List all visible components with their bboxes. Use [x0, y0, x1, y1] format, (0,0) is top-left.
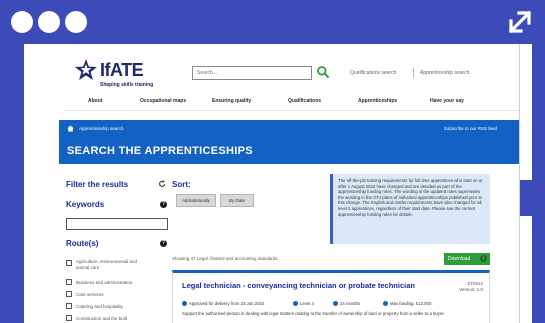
nav-about[interactable]: About [88, 98, 102, 104]
sort-label: Sort: [172, 180, 191, 189]
download-button[interactable]: Download ↓ [444, 253, 490, 265]
route-checkbox[interactable] [66, 279, 72, 285]
check-icon [182, 301, 187, 306]
home-icon[interactable] [67, 125, 74, 132]
result-card-title[interactable]: Legal technician - conveyancing technici… [182, 281, 415, 290]
frame-right-border [532, 44, 545, 323]
scrollbar-thumb[interactable] [520, 180, 532, 216]
star-icon [75, 59, 97, 80]
funding-notice: The off-the-job training requirements fo… [330, 174, 490, 244]
keywords-input[interactable] [66, 218, 168, 230]
level: Level 4 [293, 301, 314, 306]
window-dot-3[interactable] [65, 11, 87, 33]
route-checkbox[interactable] [66, 291, 72, 297]
nav-apprenticeships[interactable]: Apprenticeships [358, 98, 397, 104]
filter-results-heading: Filter the results [66, 180, 129, 189]
apprenticeship-search-link[interactable]: Apprenticeship search [420, 70, 469, 76]
level-icon [293, 301, 298, 306]
browser-frame: IfATE Shaping skills training Search... … [0, 0, 545, 323]
page-banner: Apprenticeship search Subscribe to our R… [59, 120, 519, 164]
logo-text: IfATE [100, 60, 144, 80]
route-checkbox-label: Agriculture, environmental and animal ca… [76, 259, 138, 270]
site-search-input[interactable]: Search... [192, 66, 312, 80]
download-icon: ↓ [480, 255, 487, 262]
duration: 24 months [333, 301, 360, 306]
sort-alphabetically-button[interactable]: Alphabetically [176, 194, 216, 207]
nav-divider [64, 110, 519, 111]
frame-left-border [0, 44, 24, 323]
expand-icon[interactable] [507, 9, 533, 35]
nav-have-your-say[interactable]: Have your say [430, 98, 464, 104]
page-title: SEARCH THE APPRENTICESHIPS [67, 145, 253, 157]
window-dot-2[interactable] [38, 11, 60, 33]
breadcrumb[interactable]: Apprenticeship search [79, 126, 124, 131]
result-card[interactable]: Legal technician - conveyancing technici… [172, 270, 490, 323]
clock-icon [333, 301, 338, 306]
download-label: Download [448, 256, 471, 262]
routes-label: Route(s) [66, 239, 99, 248]
sort-by-date-button[interactable]: By Date [220, 194, 254, 207]
nav-qualifications[interactable]: Qualifications [288, 98, 321, 104]
search-icon[interactable] [316, 65, 330, 79]
route-checkbox-label: Construction and the built [76, 316, 128, 321]
info-icon[interactable]: ? [160, 201, 167, 208]
approval-status: Approved for delivery from 23 Jan 2024 [182, 301, 264, 306]
funding-icon [383, 301, 388, 306]
nav-occupational-maps[interactable]: Occupational maps [140, 98, 186, 104]
result-card-description: Support the authorised person in dealing… [182, 311, 445, 316]
route-checkbox[interactable] [66, 260, 72, 266]
result-card-reference: ST0612 Version: 1.0 [459, 281, 483, 293]
rss-feed-link[interactable]: Subscribe to our RSS feed [444, 126, 497, 131]
results-count: Showing 47 Legal, finance and accounting… [172, 256, 278, 261]
top-link-divider [413, 68, 414, 78]
route-checkbox[interactable] [66, 303, 72, 309]
nav-ensuring-quality[interactable]: Ensuring quality [212, 98, 251, 104]
route-checkbox-label: Care services [76, 292, 104, 297]
max-funding: Max funding: £12,000 [383, 301, 431, 306]
route-checkbox-label: Catering and hospitality [76, 304, 124, 309]
route-checkbox-label: Business and administration [76, 280, 133, 285]
route-checkbox[interactable] [66, 315, 72, 321]
window-dot-1[interactable] [11, 11, 33, 33]
qualifications-search-link[interactable]: Qualifications search [350, 70, 396, 76]
info-icon[interactable]: ? [160, 240, 167, 247]
web-page: IfATE Shaping skills training Search... … [24, 44, 519, 323]
keywords-label: Keywords [66, 200, 105, 209]
standard-version: Version: 1.0 [459, 287, 483, 292]
refresh-icon[interactable] [158, 180, 166, 188]
funding-notice-text: The off-the-job training requirements fo… [338, 178, 483, 217]
window-titlebar [0, 0, 545, 44]
logo-tagline: Shaping skills training [100, 82, 154, 88]
